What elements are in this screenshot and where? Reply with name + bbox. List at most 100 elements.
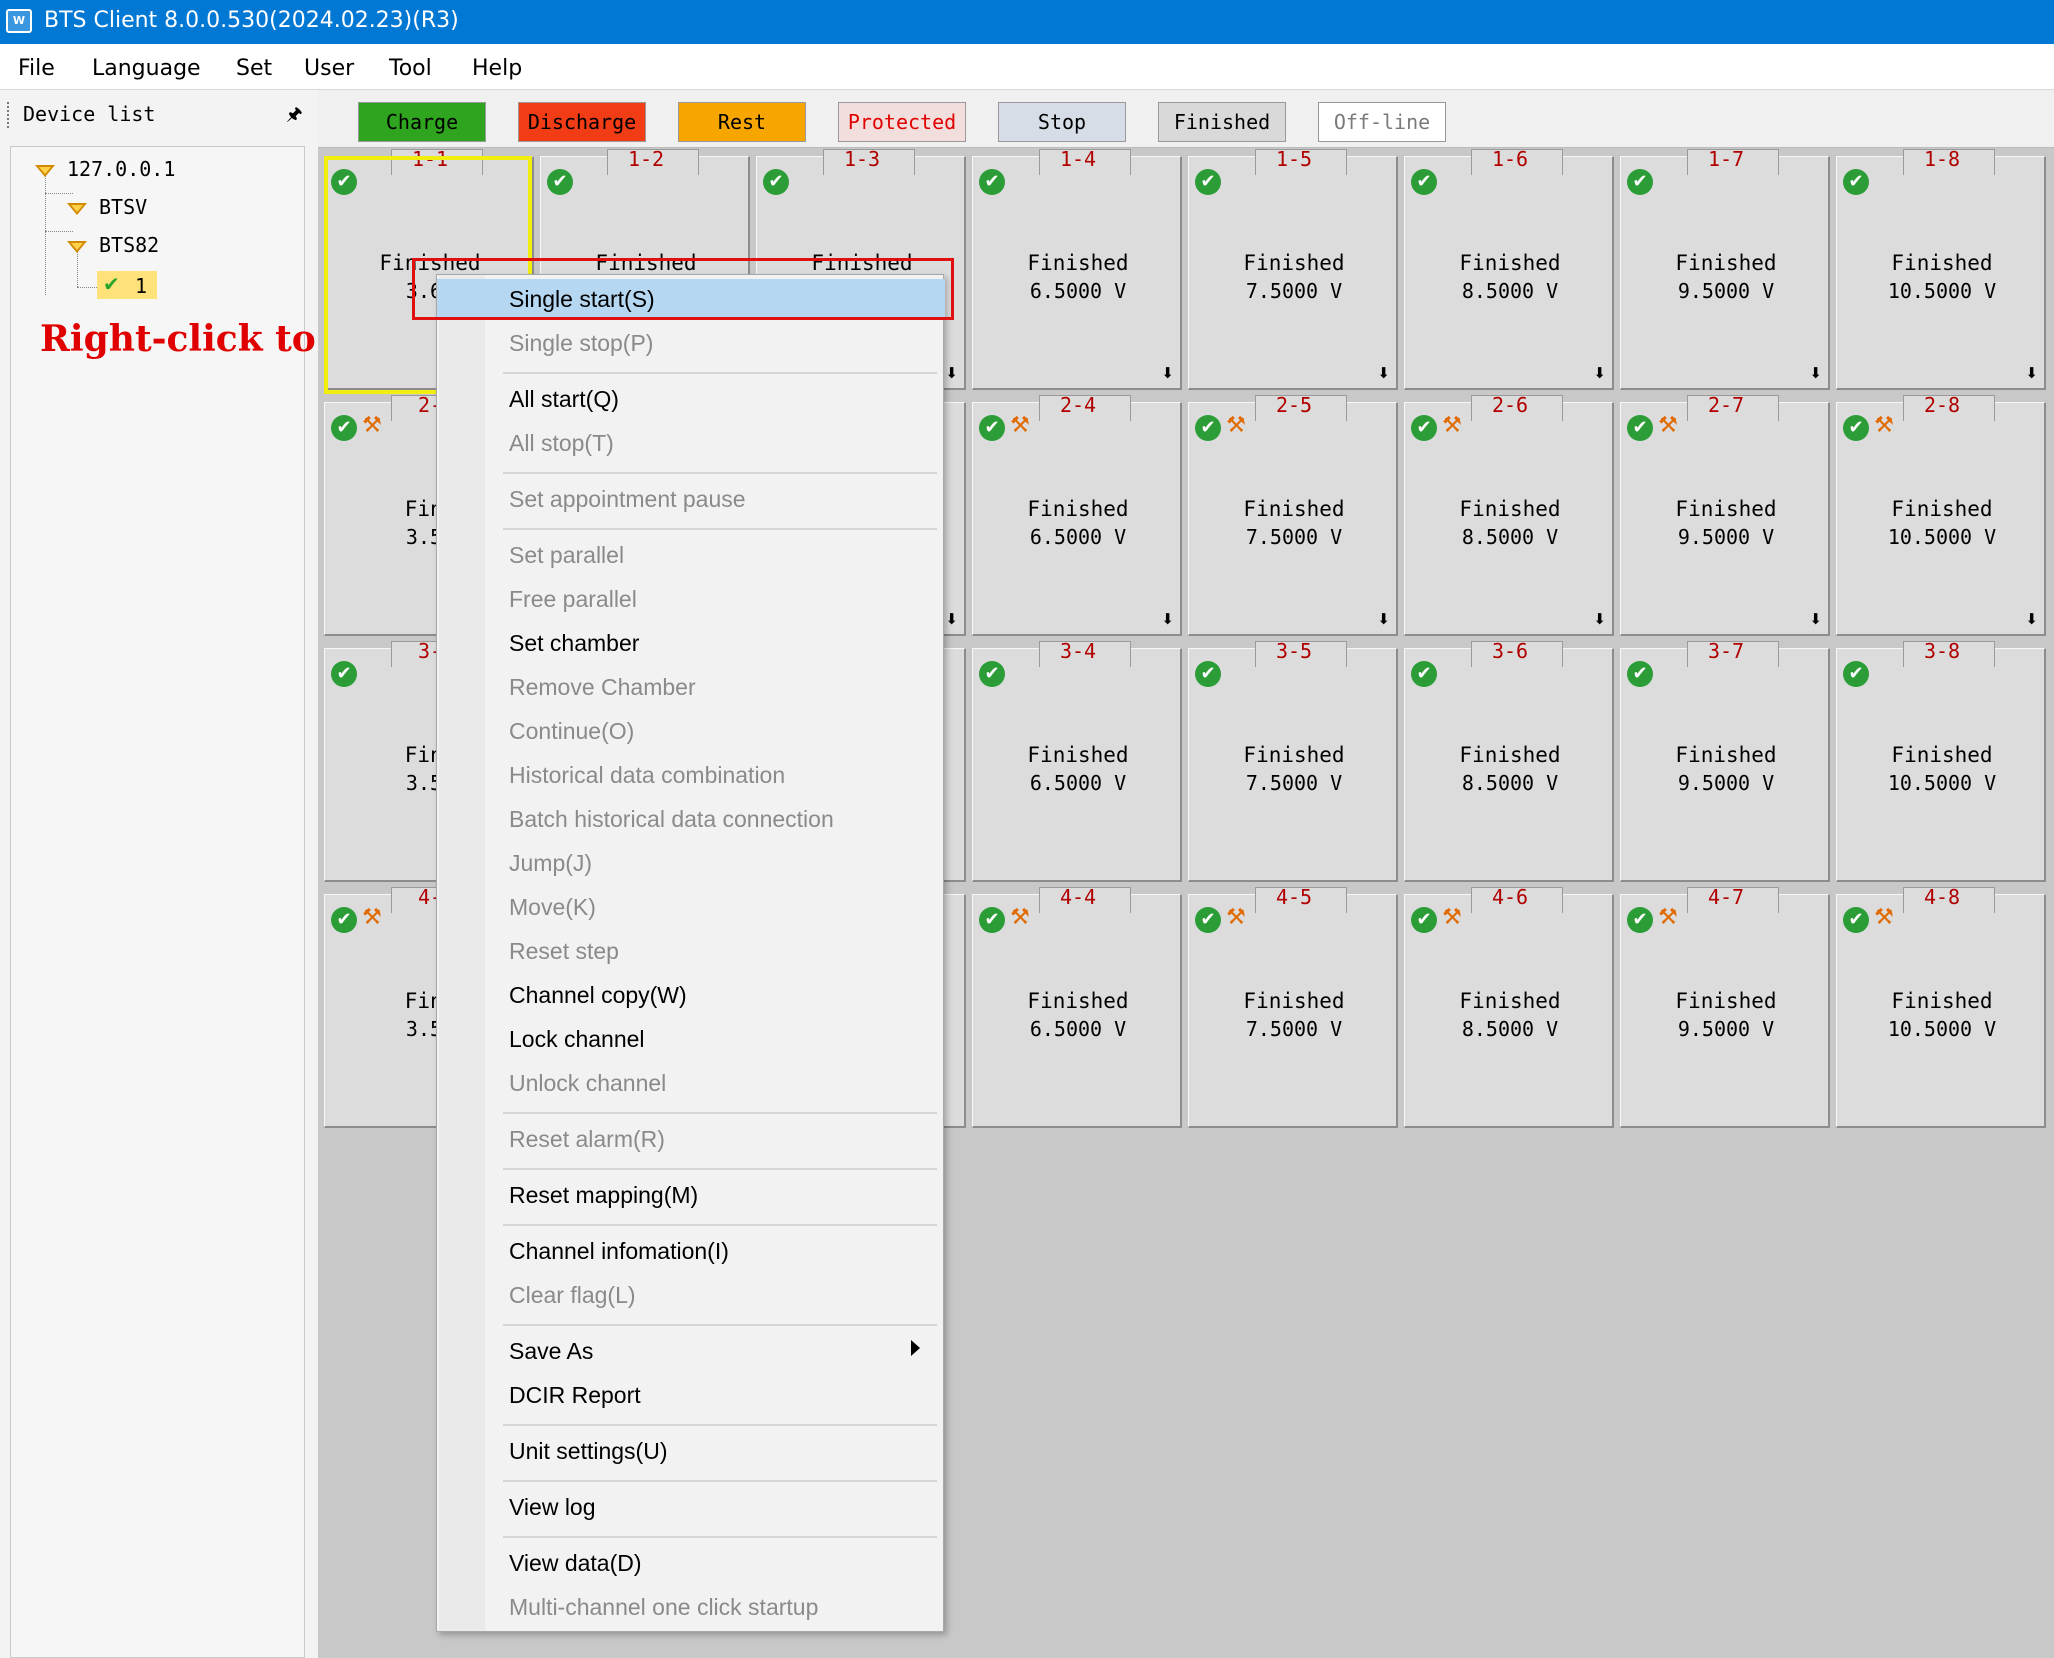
channel-cell[interactable]: 2-6 ✔ ⚒ Finished 8.5000 V ⬇ [1404, 393, 1614, 636]
panel-grip-icon[interactable] [7, 102, 11, 128]
menu-item-jump-j[interactable]: Jump(J) [437, 843, 945, 883]
protection-warning-icon: ⚒ [1874, 905, 1894, 930]
menu-bar: File Language Set User Tool Help [0, 44, 2054, 90]
menu-tool[interactable]: Tool [389, 56, 432, 81]
menu-item-remove-chamber[interactable]: Remove Chamber [437, 667, 945, 707]
channel-cell[interactable]: 4-7 ✔ ⚒ Finished 9.5000 V [1620, 885, 1830, 1128]
menu-item-set-chamber[interactable]: Set chamber [437, 623, 945, 663]
legend-discharge-button[interactable]: Discharge [518, 102, 646, 142]
menu-item-dcir-report[interactable]: DCIR Report [437, 1375, 945, 1415]
menu-user[interactable]: User [304, 56, 354, 81]
ok-check-icon: ✔ [1627, 169, 1653, 195]
channel-cell[interactable]: 2-5 ✔ ⚒ Finished 7.5000 V ⬇ [1188, 393, 1398, 636]
tree-node-btsv[interactable]: BTSV [67, 193, 267, 223]
channel-status: Finished [1891, 989, 1993, 1013]
menu-item-set-appointment-pause[interactable]: Set appointment pause [437, 479, 945, 519]
channel-status: Finished [1243, 251, 1345, 275]
channel-voltage: 8.5000 V [1461, 525, 1559, 549]
menu-item-reset-alarm-r[interactable]: Reset alarm(R) [437, 1119, 945, 1159]
channel-id: 4-5 [1275, 885, 1313, 909]
channel-status: Finished [1675, 743, 1777, 767]
menu-separator [503, 1480, 937, 1482]
menu-item-view-data-d[interactable]: View data(D) [437, 1543, 945, 1583]
menu-item-move-k[interactable]: Move(K) [437, 887, 945, 927]
device-panel-header: Device list 🖈︎ [0, 90, 318, 142]
menu-help[interactable]: Help [472, 56, 522, 81]
channel-cell[interactable]: 1-5 ✔ Finished 7.5000 V ⬇ [1188, 147, 1398, 390]
channel-cell[interactable]: 2-8 ✔ ⚒ Finished 10.5000 V ⬇ [1836, 393, 2046, 636]
legend-protected-button[interactable]: Protected [838, 102, 966, 142]
expand-triangle-icon[interactable] [35, 165, 55, 177]
menu-item-view-log[interactable]: View log [437, 1487, 945, 1527]
menu-item-single-stop-p[interactable]: Single stop(P) [437, 323, 945, 363]
menu-item-label: Save As [509, 1338, 594, 1364]
legend-off-line-button[interactable]: Off-line [1318, 102, 1446, 142]
channel-cell[interactable]: 4-6 ✔ ⚒ Finished 8.5000 V [1404, 885, 1614, 1128]
legend-rest-button[interactable]: Rest [678, 102, 806, 142]
menu-item-batch-historical-data-connection[interactable]: Batch historical data connection [437, 799, 945, 839]
pin-icon[interactable]: 🖈︎ [286, 102, 303, 132]
menu-item-free-parallel[interactable]: Free parallel [437, 579, 945, 619]
channel-voltage: 9.5000 V [1677, 1017, 1775, 1041]
legend-charge-button[interactable]: Charge [358, 102, 486, 142]
menu-language[interactable]: Language [92, 56, 201, 81]
menu-item-channel-copy-w[interactable]: Channel copy(W) [437, 975, 945, 1015]
menu-item-historical-data-combination[interactable]: Historical data combination [437, 755, 945, 795]
ok-check-icon: ✔ [1411, 169, 1437, 195]
tree-node-unit-1[interactable]: ✔ 1 [97, 271, 157, 299]
channel-cell[interactable]: 2-4 ✔ ⚒ Finished 6.5000 V ⬇ [972, 393, 1182, 636]
channel-status: Finished [1675, 251, 1777, 275]
expand-triangle-icon[interactable] [67, 241, 87, 253]
menu-item-unlock-channel[interactable]: Unlock channel [437, 1063, 945, 1103]
menu-item-lock-channel[interactable]: Lock channel [437, 1019, 945, 1059]
channel-cell[interactable]: 1-6 ✔ Finished 8.5000 V ⬇ [1404, 147, 1614, 390]
pin-icon: ⬇ [1809, 364, 1822, 382]
tree-node-bts82[interactable]: BTS82 [67, 231, 267, 261]
app-icon: W [6, 9, 32, 33]
menu-item-save-as[interactable]: Save As [437, 1331, 945, 1371]
menu-item-label: Jump(J) [509, 850, 593, 876]
menu-separator [503, 1168, 937, 1170]
channel-cell[interactable]: 2-7 ✔ ⚒ Finished 9.5000 V ⬇ [1620, 393, 1830, 636]
menu-item-all-start-q[interactable]: All start(Q) [437, 379, 945, 419]
menu-item-reset-step[interactable]: Reset step [437, 931, 945, 971]
channel-voltage: 8.5000 V [1461, 771, 1559, 795]
channel-cell[interactable]: 3-8 ✔ Finished 10.5000 V [1836, 639, 2046, 882]
channel-cell[interactable]: 3-4 ✔ Finished 6.5000 V [972, 639, 1182, 882]
menu-item-label: Historical data combination [509, 762, 786, 788]
channel-cell[interactable]: 1-8 ✔ Finished 10.5000 V ⬇ [1836, 147, 2046, 390]
channel-cell[interactable]: 3-5 ✔ Finished 7.5000 V [1188, 639, 1398, 882]
channel-cell[interactable]: 1-4 ✔ Finished 6.5000 V ⬇ [972, 147, 1182, 390]
menu-item-reset-mapping-m[interactable]: Reset mapping(M) [437, 1175, 945, 1215]
menu-item-continue-o[interactable]: Continue(O) [437, 711, 945, 751]
pin-icon: ⬇ [945, 610, 958, 628]
menu-item-label: View log [509, 1494, 596, 1520]
channel-id: 1-7 [1707, 147, 1745, 171]
menu-item-set-parallel[interactable]: Set parallel [437, 535, 945, 575]
channel-cell[interactable]: 3-6 ✔ Finished 8.5000 V [1404, 639, 1614, 882]
menu-item-multi-channel-one-click-startup[interactable]: Multi-channel one click startup [437, 1587, 945, 1627]
menu-item-all-stop-t[interactable]: All stop(T) [437, 423, 945, 463]
menu-item-channel-infomation-i[interactable]: Channel infomation(I) [437, 1231, 945, 1271]
expand-triangle-icon[interactable] [67, 203, 87, 215]
channel-cell[interactable]: 4-4 ✔ ⚒ Finished 6.5000 V [972, 885, 1182, 1128]
device-list-title: Device list [23, 102, 156, 126]
ok-check-icon: ✔ [1195, 415, 1221, 441]
channel-cell[interactable]: 4-8 ✔ ⚒ Finished 10.5000 V [1836, 885, 2046, 1128]
channel-cell[interactable]: 3-7 ✔ Finished 9.5000 V [1620, 639, 1830, 882]
legend-finished-button[interactable]: Finished [1158, 102, 1286, 142]
menu-item-clear-flag-l[interactable]: Clear flag(L) [437, 1275, 945, 1315]
tree-node-host[interactable]: 127.0.0.1 [35, 155, 275, 185]
menu-item-unit-settings-u[interactable]: Unit settings(U) [437, 1431, 945, 1471]
channel-status: Finished [1027, 251, 1129, 275]
channel-cell[interactable]: 4-5 ✔ ⚒ Finished 7.5000 V [1188, 885, 1398, 1128]
ok-check-icon: ✔ [1195, 661, 1221, 687]
channel-status: Finished [1243, 497, 1345, 521]
channel-cell[interactable]: 1-7 ✔ Finished 9.5000 V ⬇ [1620, 147, 1830, 390]
menu-separator [503, 528, 937, 530]
ok-check-icon: ✔ [1627, 661, 1653, 687]
legend-stop-button[interactable]: Stop [998, 102, 1126, 142]
pin-icon: ⬇ [1593, 364, 1606, 382]
menu-file[interactable]: File [18, 56, 55, 81]
menu-set[interactable]: Set [236, 56, 272, 81]
